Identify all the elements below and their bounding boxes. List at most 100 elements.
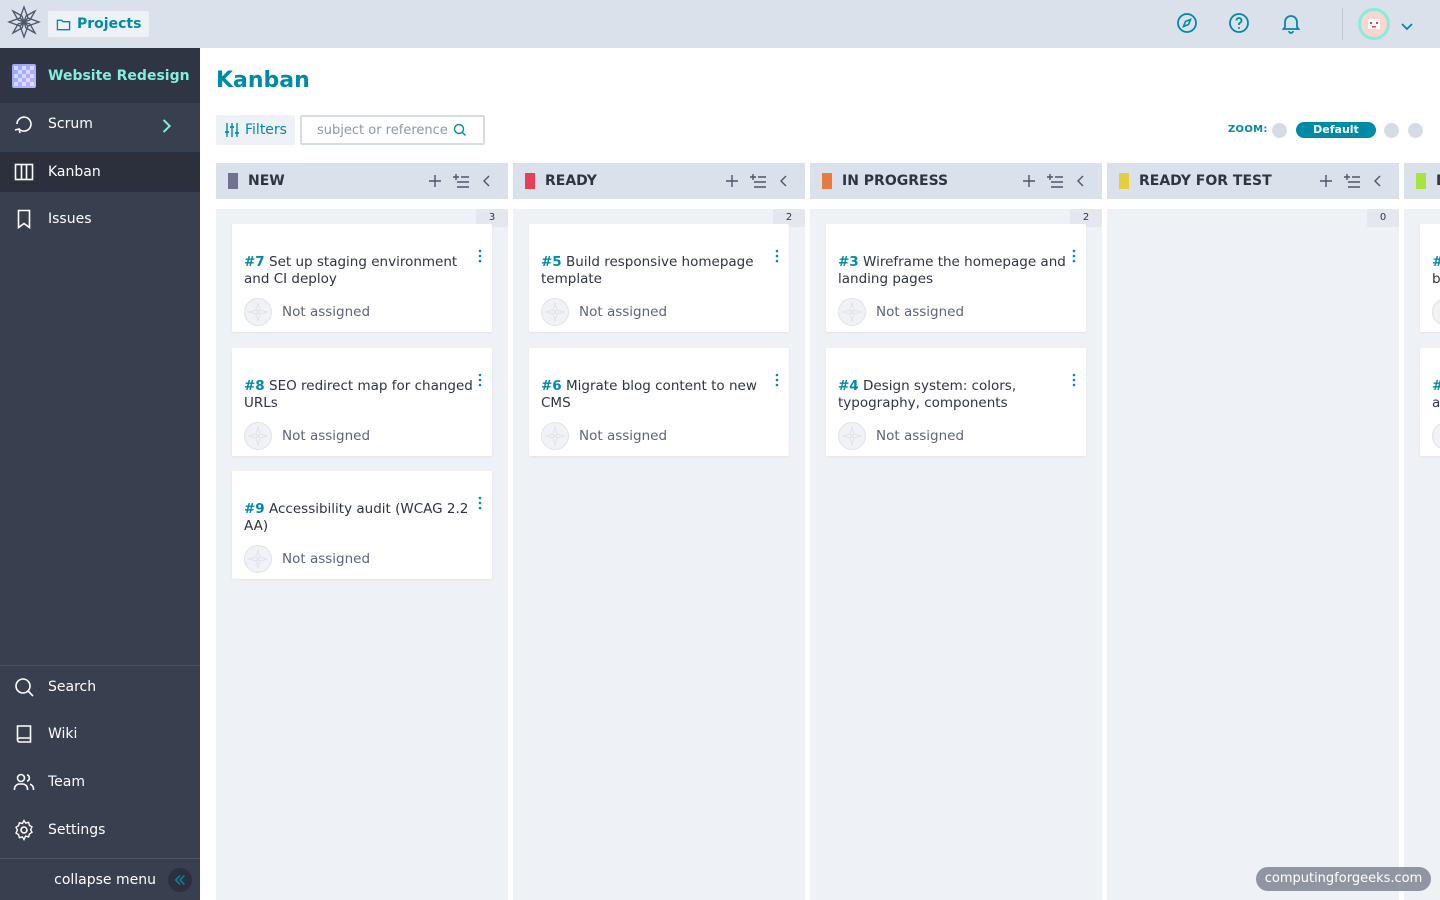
sidebar-item-kanban[interactable]: Kanban bbox=[0, 152, 200, 192]
column-ready-for-test: 0 bbox=[1107, 209, 1399, 900]
zoom-level-default[interactable]: Default bbox=[1296, 122, 1376, 138]
card-assignee[interactable]: Not assigned bbox=[838, 422, 964, 450]
card-assignee[interactable]: Not assigned bbox=[541, 422, 667, 450]
taiga-logo-icon[interactable] bbox=[7, 5, 41, 39]
column-title: NEW bbox=[248, 173, 285, 189]
card-partial[interactable]: #a bbox=[1420, 348, 1440, 456]
double-chevron-left-icon bbox=[174, 875, 185, 885]
sidebar-project[interactable]: Website Redesign bbox=[0, 48, 200, 103]
fold-column-icon[interactable] bbox=[775, 172, 793, 190]
card-menu-icon[interactable] bbox=[773, 372, 781, 388]
unassigned-avatar-icon bbox=[541, 422, 569, 450]
issues-icon bbox=[17, 209, 31, 230]
card-title[interactable]: a bbox=[1432, 395, 1440, 411]
column-color-swatch bbox=[1119, 173, 1129, 189]
card-title[interactable]: b bbox=[1432, 271, 1440, 287]
card-assignee[interactable] bbox=[1432, 422, 1440, 450]
sidebar-item-label: Scrum bbox=[48, 116, 93, 132]
card-9[interactable]: #9 Accessibility audit (WCAG 2.2 AA) Not… bbox=[232, 471, 492, 579]
card-assignee[interactable]: Not assigned bbox=[244, 545, 370, 573]
sidebar-item-team[interactable]: Team bbox=[0, 762, 200, 802]
card-5[interactable]: #5 Build responsive homepage template No… bbox=[529, 224, 789, 332]
add-card-icon[interactable] bbox=[1317, 172, 1335, 190]
card-ref[interactable]: #9 bbox=[244, 501, 265, 517]
search-icon[interactable] bbox=[453, 123, 467, 137]
zoom-level-1[interactable] bbox=[1272, 123, 1287, 138]
card-menu-icon[interactable] bbox=[476, 248, 484, 264]
card-ref[interactable]: # bbox=[1432, 378, 1440, 394]
sidebar-item-scrum[interactable]: Scrum bbox=[0, 104, 200, 144]
collapse-menu-button[interactable]: collapse menu bbox=[0, 860, 200, 900]
search-input[interactable] bbox=[317, 122, 447, 138]
card-4[interactable]: #4 Design system: colors, typography, co… bbox=[826, 348, 1086, 456]
card-ref[interactable]: #8 bbox=[244, 378, 265, 394]
add-card-icon[interactable] bbox=[1020, 172, 1038, 190]
chevron-down-icon[interactable] bbox=[1398, 17, 1416, 35]
card-menu-icon[interactable] bbox=[476, 495, 484, 511]
help-icon[interactable] bbox=[1227, 11, 1251, 35]
projects-button[interactable]: Projects bbox=[48, 11, 150, 37]
user-avatar[interactable] bbox=[1358, 8, 1390, 40]
zoom-level-3[interactable] bbox=[1384, 123, 1399, 138]
card-menu-icon[interactable] bbox=[773, 248, 781, 264]
column-done: #b #a bbox=[1404, 209, 1440, 900]
fold-column-icon[interactable] bbox=[1369, 172, 1387, 190]
sidebar-item-issues[interactable]: Issues bbox=[0, 199, 200, 239]
add-card-icon[interactable] bbox=[723, 172, 741, 190]
card-7[interactable]: #7 Set up staging environment and CI dep… bbox=[232, 224, 492, 332]
scrum-icon bbox=[14, 116, 32, 134]
card-title[interactable]: Accessibility audit (WCAG 2.2 AA) bbox=[244, 501, 468, 534]
column-color-swatch bbox=[525, 173, 535, 189]
filters-button[interactable]: Filters bbox=[216, 115, 295, 145]
card-ref[interactable]: #6 bbox=[541, 378, 562, 394]
card-menu-icon[interactable] bbox=[1070, 372, 1078, 388]
bulk-add-icon[interactable] bbox=[1343, 172, 1361, 190]
card-assignee[interactable]: Not assigned bbox=[244, 422, 370, 450]
card-8[interactable]: #8 SEO redirect map for changed URLs Not… bbox=[232, 348, 492, 456]
notifications-icon[interactable] bbox=[1279, 11, 1303, 35]
unassigned-avatar-icon bbox=[838, 298, 866, 326]
card-assignee[interactable] bbox=[1432, 298, 1440, 326]
card-ref[interactable]: #3 bbox=[838, 254, 859, 270]
add-card-icon[interactable] bbox=[426, 172, 444, 190]
card-assignee[interactable]: Not assigned bbox=[838, 298, 964, 326]
bulk-add-icon[interactable] bbox=[1046, 172, 1064, 190]
chevron-right-icon[interactable] bbox=[155, 115, 177, 137]
card-partial[interactable]: #b bbox=[1420, 224, 1440, 332]
card-title[interactable]: Wireframe the homepage and landing pages bbox=[838, 254, 1066, 287]
collapse-button[interactable] bbox=[168, 868, 192, 892]
column-header-new: NEW bbox=[216, 163, 508, 199]
card-title[interactable]: Set up staging environment and CI deploy bbox=[244, 254, 457, 287]
card-title[interactable]: Migrate blog content to new CMS bbox=[541, 378, 757, 411]
sidebar-item-wiki[interactable]: Wiki bbox=[0, 714, 200, 754]
sidebar-item-search[interactable]: Search bbox=[0, 667, 200, 707]
card-3[interactable]: #3 Wireframe the homepage and landing pa… bbox=[826, 224, 1086, 332]
column-header-ready-for-test: READY FOR TEST bbox=[1107, 163, 1399, 199]
sidebar-item-label: Settings bbox=[48, 822, 106, 838]
card-assignee[interactable]: Not assigned bbox=[244, 298, 370, 326]
card-title[interactable]: Build responsive homepage template bbox=[541, 254, 754, 287]
search-field[interactable] bbox=[300, 115, 485, 145]
unassigned-avatar-icon bbox=[838, 422, 866, 450]
kanban-icon bbox=[14, 163, 34, 181]
fold-column-icon[interactable] bbox=[1072, 172, 1090, 190]
team-icon bbox=[13, 773, 35, 790]
card-6[interactable]: #6 Migrate blog content to new CMS Not a… bbox=[529, 348, 789, 456]
watermark: computingforgeeks.com bbox=[1256, 867, 1431, 891]
bulk-add-icon[interactable] bbox=[749, 172, 767, 190]
bulk-add-icon[interactable] bbox=[452, 172, 470, 190]
sidebar-item-settings[interactable]: Settings bbox=[0, 810, 200, 850]
card-assignee[interactable]: Not assigned bbox=[541, 298, 667, 326]
card-title[interactable]: Design system: colors, typography, compo… bbox=[838, 378, 1016, 411]
card-menu-icon[interactable] bbox=[1070, 248, 1078, 264]
card-ref[interactable]: #4 bbox=[838, 378, 859, 394]
column-header-ready: READY bbox=[513, 163, 805, 199]
card-menu-icon[interactable] bbox=[476, 372, 484, 388]
card-ref[interactable]: #7 bbox=[244, 254, 265, 270]
discover-icon[interactable] bbox=[1175, 11, 1199, 35]
card-title[interactable]: SEO redirect map for changed URLs bbox=[244, 378, 473, 411]
zoom-level-4[interactable] bbox=[1408, 123, 1423, 138]
card-ref[interactable]: #5 bbox=[541, 254, 562, 270]
fold-column-icon[interactable] bbox=[478, 172, 496, 190]
card-ref[interactable]: # bbox=[1432, 254, 1440, 270]
